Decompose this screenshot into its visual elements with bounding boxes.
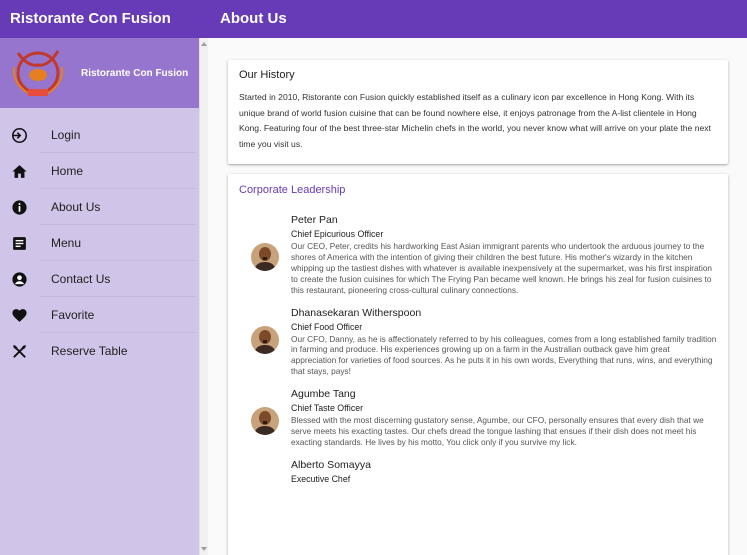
drawer-scrollbar[interactable] — [199, 38, 208, 555]
sidebar-item-label: Login — [51, 128, 81, 142]
sidebar-item-home[interactable]: Home — [0, 153, 208, 189]
avatar — [251, 325, 279, 354]
drawer-title: Ristorante Con Fusion — [81, 67, 189, 79]
sidebar-item-favorite[interactable]: Favorite — [0, 297, 208, 333]
list-item: Agumbe Tang Chief Taste Officer Blessed … — [239, 387, 717, 448]
history-card: Our History Started in 2010, Ristorante … — [228, 60, 728, 164]
sidebar-item-label: Favorite — [51, 308, 95, 322]
leader-name: Peter Pan — [291, 214, 338, 226]
app-title: Ristorante Con Fusion — [0, 0, 208, 38]
sidebar-item-label: Home — [51, 164, 84, 178]
contact-icon — [9, 269, 29, 289]
list-item: Alberto Somayya Executive Chef — [239, 458, 717, 486]
sidebar: Ristorante Con Fusion Ristorante Con Fus… — [0, 0, 208, 555]
list-item: Dhanasekaran Witherspoon Chief Food Offi… — [239, 306, 717, 378]
leadership-title: Corporate Leadership — [239, 184, 346, 196]
sidebar-item-label: Contact Us — [51, 272, 111, 286]
leader-name: Agumbe Tang — [291, 388, 356, 401]
leader-role: Executive Chef — [291, 473, 351, 484]
history-text: Started in 2010, Ristorante con Fusion q… — [239, 92, 711, 149]
menu-list-icon — [9, 233, 29, 253]
sidebar-item-label: About Us — [51, 200, 101, 214]
leader-name: Dhanasekaran Witherspoon — [291, 306, 422, 319]
avatar — [251, 407, 279, 436]
sidebar-item-reserve-table[interactable]: Reserve Table — [0, 333, 208, 369]
drawer: Ristorante Con Fusion Login Home About U… — [0, 38, 208, 555]
leader-bio: Blessed with the most discerning gustato… — [291, 415, 704, 447]
heart-icon — [9, 305, 29, 325]
leader-role: Chief Taste Officer — [291, 403, 364, 414]
nav-list: Login Home About Us Menu Contact Us Favo… — [0, 117, 208, 369]
drawer-banner: Ristorante Con Fusion — [0, 38, 208, 108]
sidebar-item-menu[interactable]: Menu — [0, 225, 208, 261]
scroll-up-icon[interactable] — [201, 42, 207, 46]
home-icon — [9, 161, 29, 181]
leader-name: Alberto Somayya — [291, 458, 371, 471]
cutlery-icon — [9, 341, 29, 361]
leadership-card: Corporate Leadership Peter Pan Chief Epi… — [228, 174, 728, 555]
login-icon — [9, 125, 29, 145]
page-title: About Us — [208, 0, 747, 38]
main-content: Our History Started in 2010, Ristorante … — [208, 38, 747, 555]
sidebar-item-login[interactable]: Login — [0, 117, 208, 153]
sidebar-item-about-us[interactable]: About Us — [0, 189, 208, 225]
leader-role: Chief Food Officer — [291, 321, 363, 332]
history-title: Our History — [239, 69, 295, 81]
list-item: Peter Pan Chief Epicurious Officer Our C… — [239, 213, 717, 296]
sidebar-item-label: Reserve Table — [51, 344, 128, 358]
avatar — [251, 243, 279, 271]
leader-role: Chief Epicurious Officer — [291, 229, 384, 239]
sidebar-item-label: Menu — [51, 236, 82, 250]
sidebar-item-contact-us[interactable]: Contact Us — [0, 261, 208, 297]
leader-bio: Our CEO, Peter, credits his hardworking … — [291, 241, 713, 295]
leader-bio: Our CFO, Danny, as he is affectionately … — [291, 333, 717, 377]
info-icon — [9, 197, 29, 217]
scroll-down-icon[interactable] — [201, 547, 207, 551]
restaurant-logo — [12, 50, 64, 96]
